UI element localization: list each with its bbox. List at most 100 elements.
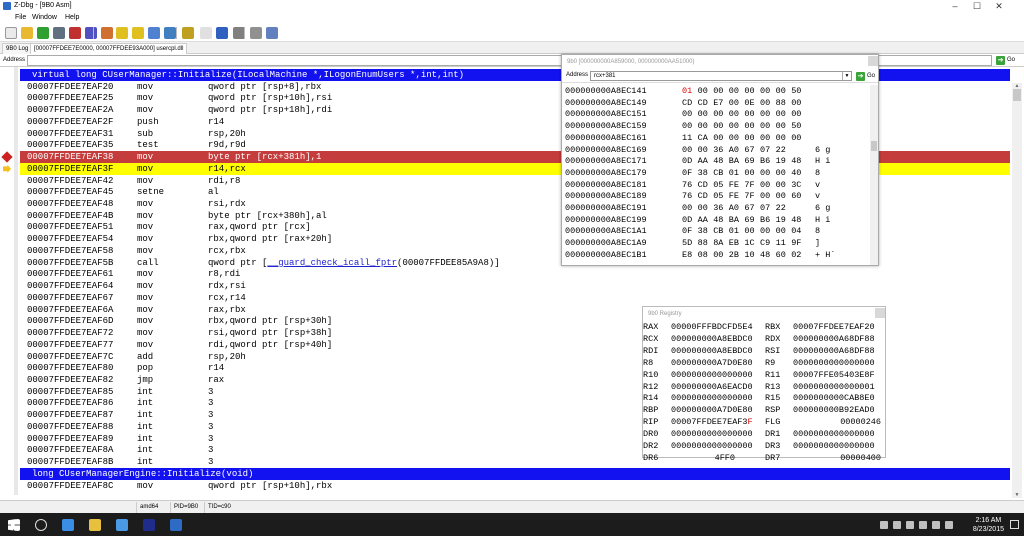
back-icon[interactable] bbox=[53, 27, 65, 39]
memory-dump[interactable]: 000000000A8EC141 01 00 00 00 00 00 00 50 00000000… bbox=[562, 85, 870, 265]
memory-scroll-thumb[interactable] bbox=[871, 141, 877, 151]
tray-battery-icon[interactable] bbox=[932, 521, 940, 529]
register-close-icon[interactable] bbox=[875, 308, 885, 318]
instruction-operands: rax,rbx bbox=[208, 304, 246, 316]
register-value[interactable]: 000000000B92EAD0 bbox=[793, 404, 875, 416]
register-value[interactable]: 0000000000CAB8E0 bbox=[793, 392, 875, 404]
register-value[interactable]: 000000000A68DF88 bbox=[793, 333, 875, 345]
instruction-operands: qword ptr [__guard_check_icall_fptr(0000… bbox=[208, 257, 500, 269]
memory-byte: 9F bbox=[791, 238, 802, 249]
instruction-mnemonic: mov bbox=[137, 292, 154, 303]
register-value[interactable]: 000000000A8EBDC0 bbox=[671, 333, 753, 345]
instruction-operands: 3 bbox=[208, 456, 213, 468]
store-icon[interactable] bbox=[116, 519, 128, 531]
copy-icon[interactable] bbox=[148, 27, 160, 39]
disassembly-scrollbar[interactable]: ▲ ▼ bbox=[1012, 83, 1022, 498]
minimize-icon[interactable]: – bbox=[944, 0, 966, 13]
register-value[interactable]: 00000400 bbox=[793, 452, 881, 464]
new-icon[interactable] bbox=[5, 27, 17, 39]
register-value[interactable]: 0000000000000001 bbox=[793, 381, 875, 393]
register-value[interactable]: 4FF0 bbox=[671, 452, 735, 464]
home-icon[interactable] bbox=[101, 27, 113, 39]
chevron-down-icon[interactable]: ▼ bbox=[842, 72, 851, 80]
register-value[interactable]: 00007FFE05403E8F bbox=[793, 369, 875, 381]
text-icon[interactable] bbox=[200, 27, 212, 39]
open-icon[interactable] bbox=[21, 27, 33, 39]
current-ip-arrow-icon[interactable] bbox=[3, 164, 11, 173]
instruction-operands: 3 bbox=[208, 444, 213, 456]
instruction-address: 00007FFDEE7EAF61 bbox=[27, 269, 114, 280]
tray-network-icon[interactable] bbox=[893, 521, 901, 529]
register-value[interactable]: 000000000A7D0E80 bbox=[671, 357, 753, 369]
tray-volume-icon[interactable] bbox=[906, 521, 914, 529]
tray-chat-icon[interactable] bbox=[945, 521, 953, 529]
memory-close-icon[interactable] bbox=[868, 56, 878, 66]
notification-icon[interactable] bbox=[1010, 520, 1019, 529]
memory-byte: 0F bbox=[682, 167, 693, 178]
stop-icon[interactable] bbox=[69, 27, 81, 39]
status-tid: TID=c90 bbox=[204, 502, 234, 513]
register-value[interactable]: 00000FFFBDCFD5E4 bbox=[671, 321, 753, 333]
terminal-icon[interactable] bbox=[143, 519, 155, 531]
maximize-icon[interactable]: ☐ bbox=[966, 0, 988, 13]
register-value[interactable]: 00000246 bbox=[793, 416, 881, 428]
scroll-down-icon[interactable]: ▼ bbox=[1012, 492, 1022, 498]
register-value[interactable]: 000000000A8EBDC0 bbox=[671, 345, 753, 357]
instruction-row[interactable]: 00007FFDEE7EAF8C mov qword ptr [rsp+10h],r… bbox=[20, 480, 1010, 492]
register-value[interactable]: 0000000000000000 bbox=[793, 428, 875, 440]
break-icon[interactable] bbox=[85, 27, 97, 39]
settings-icon[interactable] bbox=[250, 27, 262, 39]
menu-window[interactable]: Window bbox=[32, 14, 57, 21]
debugger-icon[interactable] bbox=[170, 519, 182, 531]
memory-address-input[interactable]: rcx+381 ▼ bbox=[590, 71, 852, 81]
star-add-icon[interactable] bbox=[132, 27, 144, 39]
breakpoint-icon[interactable] bbox=[1, 151, 13, 163]
instruction-row[interactable]: 00007FFDEE7EAF61 mov r8,rdi bbox=[20, 268, 1010, 280]
register-value[interactable]: 00007FFDEE7EAF3F bbox=[671, 416, 753, 428]
operand-text: rsp,20h bbox=[208, 128, 246, 139]
register-value[interactable]: 0000000000000000 bbox=[793, 357, 875, 369]
register-window[interactable]: 9b0 Registry RAX 00000FFFBDCFD5E4 RBX 00007… bbox=[642, 306, 886, 463]
close-icon[interactable]: ✕ bbox=[988, 0, 1010, 13]
instruction-row[interactable]: 00007FFDEE7EAF67 mov rcx,r14 bbox=[20, 292, 1010, 304]
memory-go-button[interactable]: ➔ Go bbox=[856, 72, 875, 81]
register-value[interactable]: 0000000000000000 bbox=[671, 428, 753, 440]
star-icon[interactable] bbox=[116, 27, 128, 39]
register-value[interactable]: 0000000000000000 bbox=[793, 440, 875, 452]
menu-help[interactable]: Help bbox=[65, 14, 79, 21]
search-icon[interactable] bbox=[35, 519, 47, 531]
register-value[interactable]: 000000000A6EACD0 bbox=[671, 381, 753, 393]
explorer-icon[interactable] bbox=[89, 519, 101, 531]
register-value[interactable]: 000000000A68DF88 bbox=[793, 345, 875, 357]
register-value[interactable]: 00007FFDEE7EAF20 bbox=[793, 321, 875, 333]
operand-text: r9d,r9d bbox=[208, 140, 246, 151]
clock[interactable]: 2:16 AM 8/23/2015 bbox=[973, 516, 1004, 534]
font-icon[interactable] bbox=[216, 27, 228, 39]
tray-up-icon[interactable] bbox=[880, 521, 888, 529]
tray-keyboard-icon[interactable] bbox=[919, 521, 927, 529]
register-value[interactable]: 000000000A7D0E80 bbox=[671, 404, 753, 416]
edge-icon[interactable] bbox=[62, 519, 74, 531]
memory-window[interactable]: 9b0 [000000000A859000, 000000000AA51000)… bbox=[561, 54, 879, 266]
memory-byte: 48 bbox=[791, 156, 802, 167]
memory-byte: CB bbox=[713, 226, 724, 237]
tab-log[interactable]: 9B0 Log bbox=[2, 43, 33, 54]
memory-byte: 00 bbox=[697, 86, 708, 96]
run-icon[interactable] bbox=[182, 27, 194, 39]
memory-byte: 00 bbox=[728, 132, 739, 143]
tab-module[interactable]: [00007FFDEE7E0000, 00007FFDEE93A000] use… bbox=[30, 43, 188, 54]
menu-file[interactable]: File bbox=[15, 14, 26, 21]
address-go-button[interactable]: ➔ Go bbox=[996, 56, 1015, 65]
refresh-icon[interactable] bbox=[37, 27, 49, 39]
register-value[interactable]: 0000000000000000 bbox=[671, 392, 753, 404]
instruction-address: 00007FFDEE7EAF42 bbox=[27, 175, 114, 186]
memory-scrollbar[interactable] bbox=[870, 85, 878, 265]
scroll-thumb[interactable] bbox=[1013, 89, 1021, 101]
instruction-row[interactable]: 00007FFDEE7EAF64 mov rdx,rsi bbox=[20, 280, 1010, 292]
start-windows-icon[interactable] bbox=[8, 519, 20, 531]
register-value[interactable]: 0000000000000000 bbox=[671, 369, 753, 381]
register-value[interactable]: 0000000000000000 bbox=[671, 440, 753, 452]
symbol-link[interactable]: __guard_check_icall_fptr bbox=[267, 258, 397, 268]
notes-icon[interactable] bbox=[266, 27, 278, 39]
window-icon[interactable] bbox=[164, 27, 176, 39]
